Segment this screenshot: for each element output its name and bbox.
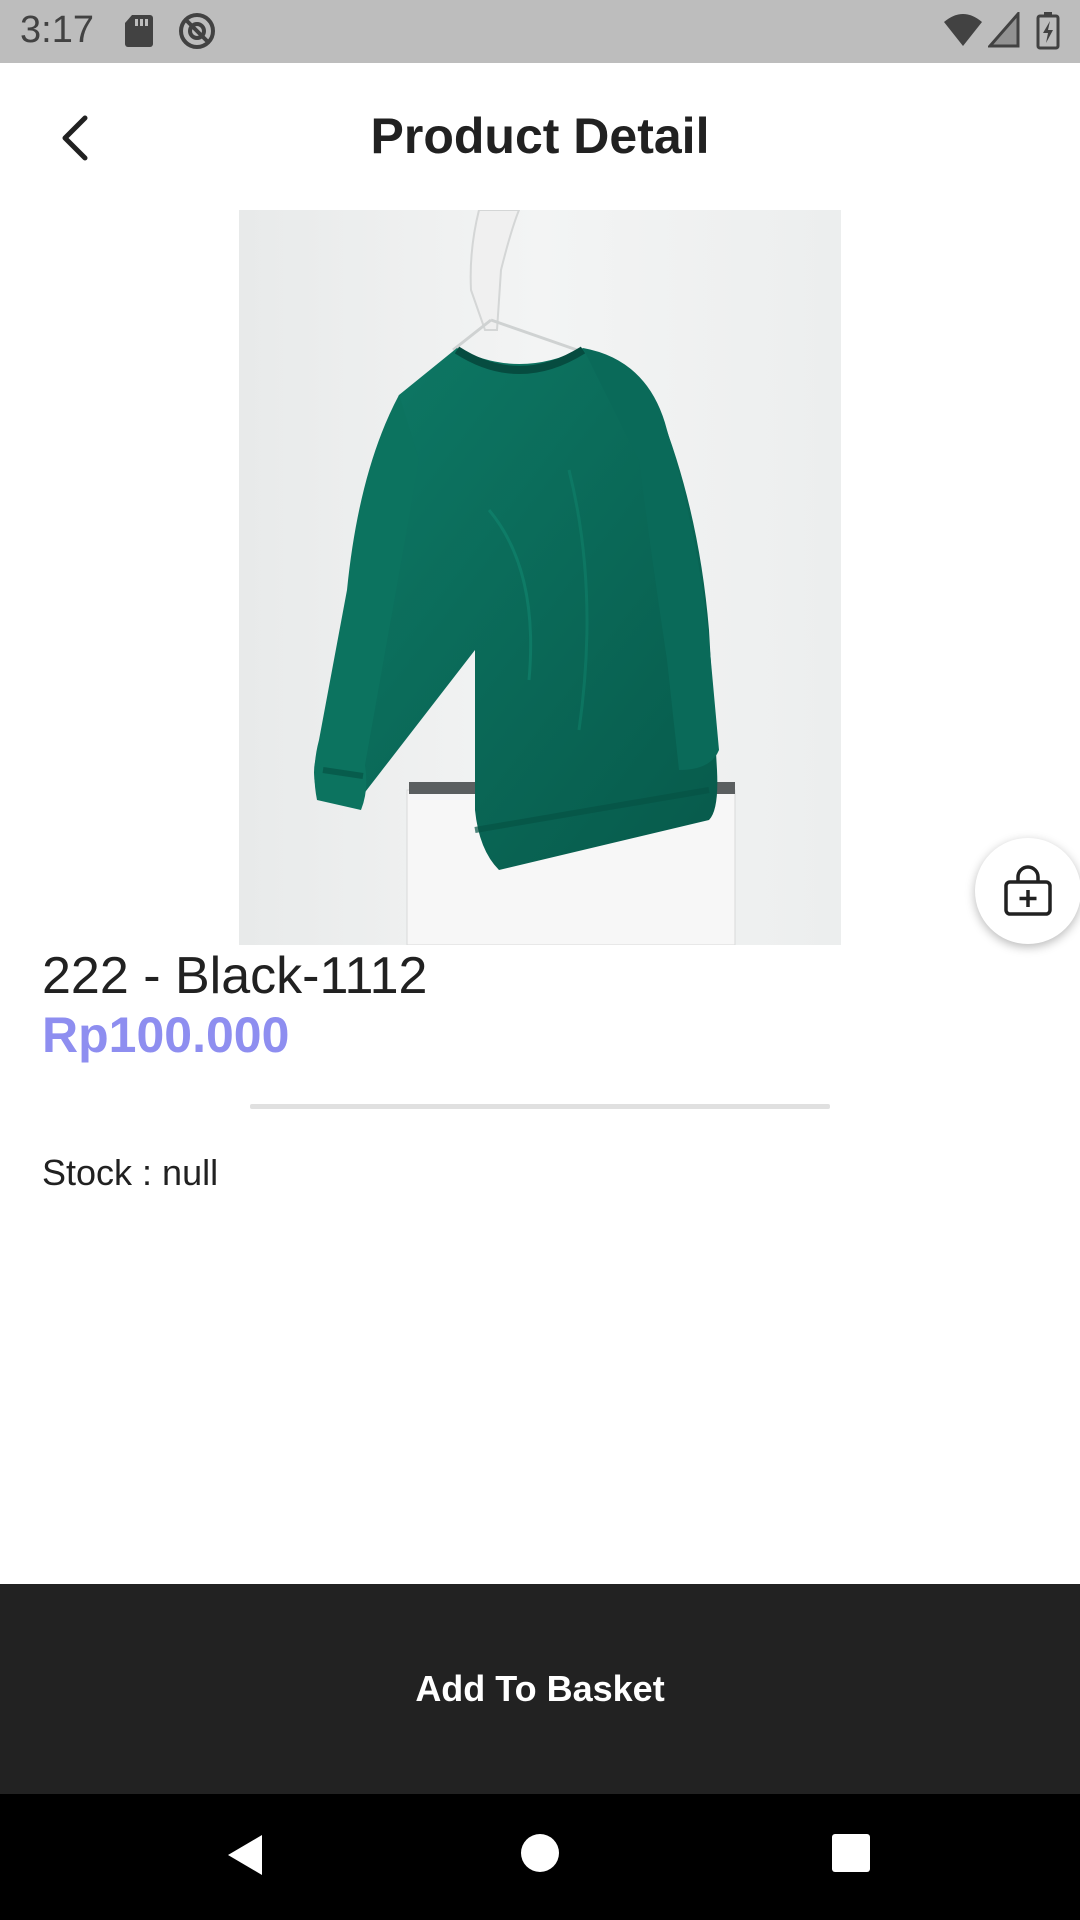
add-basket-fab[interactable] <box>975 838 1080 944</box>
status-time: 3:17 <box>20 9 94 51</box>
product-price: Rp100.000 <box>42 1007 290 1063</box>
signal-icon <box>988 12 1020 48</box>
status-bar: 3:17 <box>0 0 1080 63</box>
nav-recents-icon[interactable] <box>830 1832 872 1874</box>
divider <box>250 1104 830 1109</box>
product-image <box>239 210 841 945</box>
nav-back-icon[interactable] <box>222 1831 270 1879</box>
stock-text: Stock : null <box>42 1152 219 1193</box>
app-bar: Product Detail <box>0 63 1080 211</box>
sweater-photo <box>239 210 841 945</box>
battery-charging-icon <box>1036 12 1060 50</box>
product-name: 222 - Black-1112 <box>42 947 428 1005</box>
wifi-icon <box>944 14 982 46</box>
page-title: Product Detail <box>370 108 710 164</box>
sd-card-icon <box>125 15 153 47</box>
nav-home-icon[interactable] <box>518 1831 562 1875</box>
basket-add-icon <box>1004 865 1052 916</box>
nav-bar <box>0 1794 1080 1920</box>
do-not-disturb-icon <box>179 13 215 49</box>
add-to-basket-button[interactable]: Add To Basket <box>0 1584 1080 1794</box>
